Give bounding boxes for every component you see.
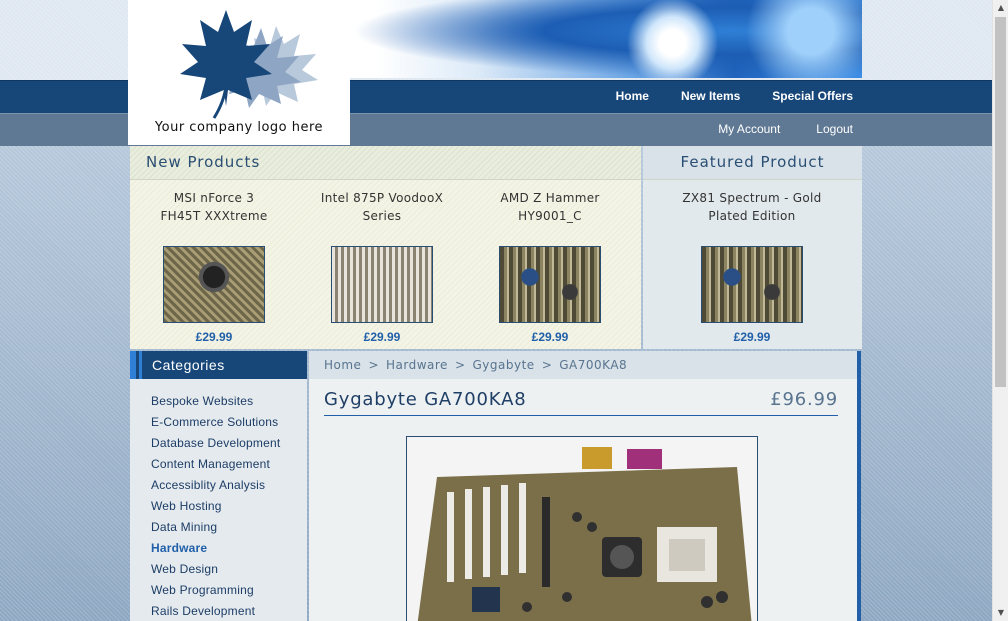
nav-special-offers[interactable]: Special Offers (772, 89, 853, 103)
featured-product-panel: Featured Product ZX81 Spectrum - Gold Pl… (643, 146, 862, 349)
logo[interactable]: Your company logo here (128, 0, 350, 145)
category-link[interactable]: Rails Development (151, 601, 307, 621)
breadcrumb-separator: > (454, 358, 466, 372)
product-price: £29.99 (195, 330, 233, 344)
account-nav: My Account Logout (682, 113, 853, 145)
scrollbar-thumb[interactable] (995, 17, 1006, 387)
categories-sidebar: Categories Bespoke Websites E-Commerce S… (130, 351, 307, 621)
category-link[interactable]: Content Management (151, 454, 307, 475)
category-link[interactable]: Accessiblity Analysis (151, 475, 307, 496)
category-link[interactable]: Database Development (151, 433, 307, 454)
product-name[interactable]: MSI nForce 3 FH45T XXXtreme (130, 189, 298, 225)
product-title-row: Gygabyte GA700KA8 £96.99 (324, 389, 838, 416)
product-thumbnail[interactable] (499, 246, 601, 323)
new-products-heading: New Products (130, 146, 641, 180)
new-products-panel: New Products MSI nForce 3 FH45T XXXtreme… (130, 146, 641, 349)
breadcrumb-link[interactable]: Home (324, 358, 361, 372)
nav-home[interactable]: Home (616, 89, 649, 103)
scroll-down-arrow-icon[interactable]: ▼ (993, 605, 1008, 621)
product-name[interactable]: ZX81 Spectrum - Gold Plated Edition (668, 189, 836, 225)
motherboard-image-icon (407, 437, 757, 621)
breadcrumb-link[interactable]: Gygabyte (473, 358, 535, 372)
product-image[interactable] (406, 436, 758, 621)
logo-text: Your company logo here (154, 120, 324, 135)
product-price-large: £96.99 (770, 389, 838, 410)
category-link[interactable]: Bespoke Websites (151, 391, 307, 412)
product-title: Gygabyte GA700KA8 (324, 389, 527, 410)
main-nav: Home New Items Special Offers (584, 80, 853, 112)
breadcrumb-separator: > (368, 358, 379, 372)
breadcrumb-current: GA700KA8 (559, 358, 628, 372)
nav-new-items[interactable]: New Items (681, 89, 740, 103)
category-list: Bespoke Websites E-Commerce Solutions Da… (130, 379, 307, 621)
product-thumbnail[interactable] (701, 246, 803, 323)
product-card[interactable]: Intel 875P VoodooX Series £29.99 (298, 189, 466, 344)
breadcrumb-separator: > (541, 358, 553, 372)
breadcrumb: Home > Hardware > Gygabyte > GA700KA8 (309, 351, 857, 379)
product-name[interactable]: Intel 875P VoodooX Series (298, 189, 466, 225)
category-link[interactable]: Web Design (151, 559, 307, 580)
category-link[interactable]: Data Mining (151, 517, 307, 538)
category-link[interactable]: Web Programming (151, 580, 307, 601)
product-price: £29.99 (363, 330, 401, 344)
product-card[interactable]: AMD Z Hammer HY9001_C £29.99 (466, 189, 634, 344)
product-price: £29.99 (733, 330, 771, 344)
product-detail: Home > Hardware > Gygabyte > GA700KA8 Gygabyte… (309, 351, 861, 621)
category-link[interactable]: E-Commerce Solutions (151, 412, 307, 433)
product-thumbnail[interactable] (331, 246, 433, 323)
category-link-active[interactable]: Hardware (151, 538, 307, 559)
nav-my-account[interactable]: My Account (718, 122, 780, 136)
header-banner (350, 0, 862, 78)
featured-product-card[interactable]: ZX81 Spectrum - Gold Plated Edition £29.… (668, 189, 836, 344)
categories-heading: Categories (130, 351, 307, 379)
featured-product-heading: Featured Product (643, 146, 862, 180)
product-name[interactable]: AMD Z Hammer HY9001_C (466, 189, 634, 225)
category-link[interactable]: Web Hosting (151, 496, 307, 517)
page: Your company logo here New Products MSI … (128, 0, 862, 621)
maple-leaf-logo-icon (180, 10, 318, 119)
scroll-up-arrow-icon[interactable]: ▲ (993, 0, 1008, 16)
vertical-scrollbar[interactable]: ▲ ▼ (992, 0, 1008, 621)
breadcrumb-link[interactable]: Hardware (386, 358, 448, 372)
product-price: £29.99 (531, 330, 569, 344)
product-thumbnail[interactable] (163, 246, 265, 323)
product-card[interactable]: MSI nForce 3 FH45T XXXtreme £29.99 (130, 189, 298, 344)
nav-logout[interactable]: Logout (816, 122, 853, 136)
